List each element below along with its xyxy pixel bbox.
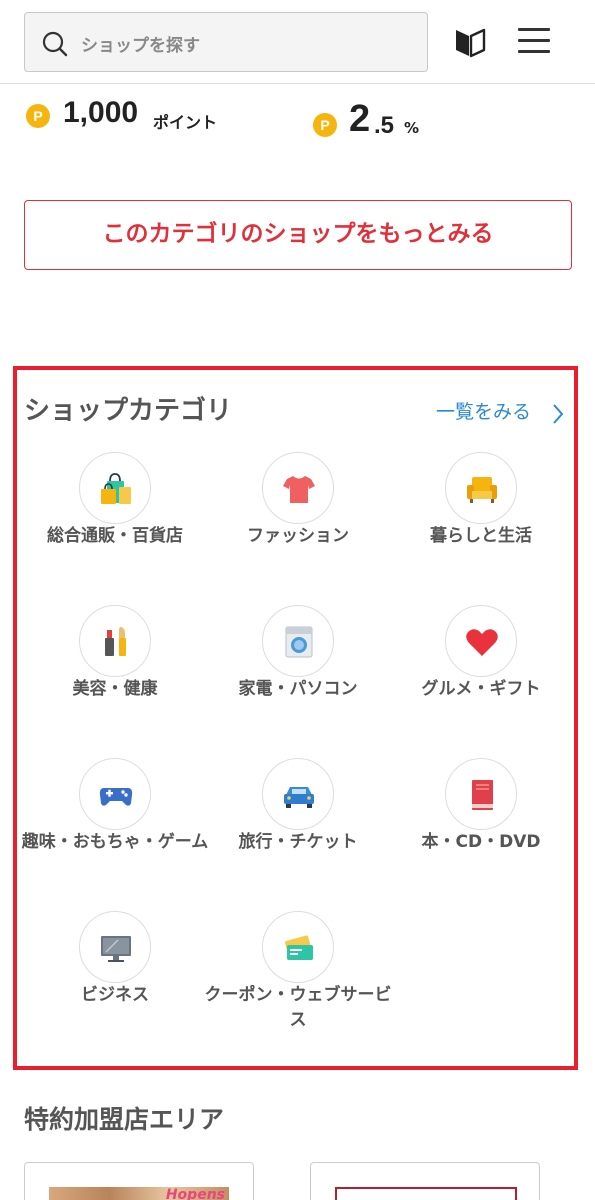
category-label: グルメ・ギフト (421, 679, 541, 699)
points-value: 1,000 (63, 96, 139, 129)
special-shop-card[interactable] (310, 1162, 540, 1200)
category-item-fashion[interactable]: ファッション (200, 452, 396, 582)
rate-decimal: .5 (374, 112, 395, 139)
special-area-title: 特約加盟店エリア (24, 1105, 225, 1134)
category-label: 家電・パソコン (238, 679, 358, 699)
category-label: ビジネス (81, 985, 149, 1005)
points-unit: ポイント (153, 113, 218, 132)
category-item-travel[interactable]: 旅行・チケット (200, 758, 396, 888)
point-coin-icon: P (313, 113, 337, 137)
category-item-coupon[interactable]: クーポン・ウェブサービス (200, 911, 396, 1041)
beginner-mark-icon[interactable] (452, 24, 488, 60)
chevron-right-icon[interactable] (551, 403, 565, 425)
points-summary: P 1,000 ポイント P 2 .5 % (0, 94, 595, 144)
rate-integer: 2 (349, 98, 371, 140)
sofa-icon (467, 477, 497, 503)
hamburger-menu-icon[interactable] (518, 28, 554, 56)
see-more-shops-button[interactable]: このカテゴリのショップをもっとみる (24, 200, 572, 270)
category-item-gourmet[interactable]: グルメ・ギフト (383, 605, 579, 735)
category-label: 本・CD・DVD (421, 832, 541, 852)
category-label: 趣味・おもちゃ・ゲーム (21, 832, 209, 852)
search-placeholder: ショップを探す (81, 36, 200, 56)
search-input[interactable]: ショップを探す (24, 12, 428, 72)
car-icon (284, 787, 314, 808)
category-item-books[interactable]: 本・CD・DVD (383, 758, 579, 888)
heart-icon (466, 629, 498, 656)
section-title: ショップカテゴリ (24, 396, 233, 426)
category-label: クーポン・ウェブサービス (204, 985, 392, 1030)
category-label: 旅行・チケット (238, 832, 358, 852)
coupon-card-icon (285, 935, 313, 960)
shopping-bags-icon (101, 473, 131, 504)
category-item-hobby[interactable]: 趣味・おもちゃ・ゲーム (17, 758, 213, 888)
shop-banner-image (335, 1187, 517, 1200)
category-item-living[interactable]: 暮らしと生活 (383, 452, 579, 582)
category-label: ファッション (247, 526, 349, 546)
header: ショップを探す (0, 0, 595, 84)
category-label: 美容・健康 (72, 679, 158, 699)
category-item-electronics[interactable]: 家電・パソコン (200, 605, 396, 735)
point-coin-icon: P (26, 104, 50, 128)
category-label: 暮らしと生活 (430, 526, 532, 546)
category-item-general[interactable]: 総合通販・百貨店 (17, 452, 213, 582)
category-item-beauty[interactable]: 美容・健康 (17, 605, 213, 735)
monitor-icon (101, 936, 131, 962)
shop-logo: Hopens (165, 1187, 225, 1200)
special-shop-card[interactable]: Hopens (24, 1162, 254, 1200)
rate-unit: % (404, 119, 420, 137)
see-all-link[interactable]: 一覧をみる (436, 397, 531, 424)
search-icon (42, 31, 68, 57)
lipstick-brush-icon (105, 627, 126, 656)
gamepad-icon (99, 788, 133, 806)
book-icon (472, 780, 493, 810)
category-item-business[interactable]: ビジネス (17, 911, 213, 1041)
washing-machine-icon (285, 626, 313, 658)
shop-banner-image: Hopens (49, 1187, 229, 1200)
category-label: 総合通販・百貨店 (47, 526, 183, 546)
tshirt-icon (283, 476, 315, 503)
